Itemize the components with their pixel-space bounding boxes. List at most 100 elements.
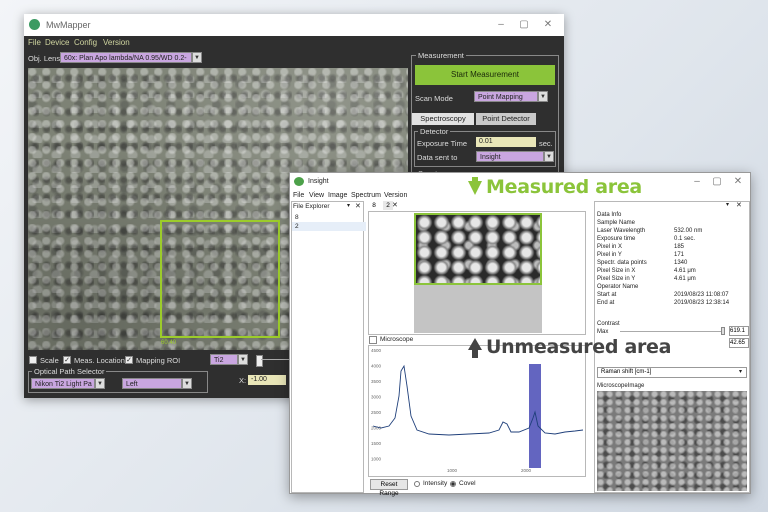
insight-menu-view[interactable]: View: [309, 192, 324, 199]
slider-handle[interactable]: [256, 355, 263, 367]
contrast-label: Contrast: [597, 321, 620, 327]
insight-menu-spectrum[interactable]: Spectrum: [351, 192, 381, 199]
insight-logo-icon: [294, 177, 304, 186]
covel-radio[interactable]: [450, 481, 456, 487]
insight-maximize-button[interactable]: ▢: [710, 175, 724, 189]
scale-label: Scale: [40, 356, 59, 365]
optical-path-select[interactable]: Nikon Ti2 Light Pa: [31, 378, 95, 389]
meas-location-checkbox[interactable]: ✓: [63, 356, 71, 364]
x-tick-label: 2000: [521, 468, 532, 473]
data-info-key: Start at: [597, 292, 617, 298]
data-info-key: Operator Name: [597, 284, 639, 290]
data-info-list: Sample Name Laser Wavelength 532.00 nm Expo…: [597, 219, 747, 307]
x-input[interactable]: -1.00: [248, 375, 286, 385]
exposure-unit: sec.: [539, 139, 553, 148]
data-info-value: 171: [674, 252, 685, 258]
data-info-value: 532.00 nm: [674, 228, 703, 234]
mwmapper-titlebar: MwMapper – ▢ ✕: [24, 14, 564, 36]
pin-icon[interactable]: ▾: [347, 202, 350, 209]
raman-band-highlight[interactable]: [529, 364, 541, 468]
menu-device[interactable]: Device: [45, 36, 69, 49]
data-info-key: Spectr. data points: [597, 260, 647, 266]
max-label: Max: [597, 329, 609, 335]
insight-title: Insight: [308, 178, 329, 185]
contrast-min-input[interactable]: 42.65: [729, 338, 749, 348]
data-sent-select[interactable]: Insight: [476, 151, 544, 162]
start-measurement-button[interactable]: Start Measurement: [415, 65, 555, 85]
data-info-row: Spectr. data points 1340: [597, 259, 747, 267]
close-icon[interactable]: ✕: [392, 201, 398, 209]
scan-mode-label: Scan Mode: [415, 94, 453, 103]
contrast-max-input[interactable]: 619.1: [729, 326, 749, 336]
list-item[interactable]: 8: [292, 213, 366, 222]
file-explorer-pane: [291, 201, 364, 493]
contrast-max-track[interactable]: [620, 331, 724, 332]
slider-track[interactable]: [261, 359, 289, 360]
intensity-radio[interactable]: [414, 481, 420, 487]
data-info-key: End at: [597, 300, 615, 306]
microscope-checkbox[interactable]: [369, 336, 377, 344]
close-icon[interactable]: ✕: [355, 202, 361, 210]
insight-menu-file[interactable]: File: [293, 192, 304, 199]
insight-close-button[interactable]: ✕: [731, 175, 745, 189]
mapping-roi-checkbox[interactable]: ✓: [125, 356, 133, 364]
optical-side-select[interactable]: Left: [122, 378, 182, 389]
maximize-button[interactable]: ▢: [517, 18, 531, 32]
chevron-down-icon[interactable]: ▼: [238, 354, 248, 365]
tab-spectroscopy[interactable]: Spectroscopy: [412, 113, 474, 125]
raman-shift-select[interactable]: Raman shift [cm-1]: [597, 367, 747, 378]
exposure-time-label: Exposure Time: [417, 139, 468, 148]
y-tick-label: 3000: [371, 395, 382, 400]
contrast-max-handle[interactable]: [721, 327, 725, 335]
scale-checkbox[interactable]: [29, 356, 37, 364]
arrow-up-shaft: [472, 349, 478, 358]
reset-range-button[interactable]: Reset Range: [370, 479, 408, 497]
spectrum-chart[interactable]: 45004000350030002500200015001000 1000 200…: [369, 346, 585, 476]
insight-window: Insight – ▢ ✕ File View Image Spectrum V…: [289, 172, 751, 497]
roi-label: 60.40: [161, 340, 177, 346]
close-icon[interactable]: ✕: [736, 201, 742, 209]
y-tick-label: 3500: [371, 379, 382, 384]
chevron-down-icon[interactable]: ▼: [95, 378, 105, 389]
arrow-down-shaft: [472, 177, 478, 183]
chevron-down-icon[interactable]: ▼: [182, 378, 192, 389]
measured-area-map[interactable]: [414, 213, 542, 285]
insight-menu-image[interactable]: Image: [328, 192, 347, 199]
menu-file[interactable]: File: [28, 36, 41, 49]
close-button[interactable]: ✕: [541, 18, 555, 32]
microscope-image-label: MicroscopeImage: [597, 383, 645, 389]
covel-label: Covel: [459, 480, 476, 487]
menu-version[interactable]: Version: [103, 36, 130, 49]
pin-icon[interactable]: ▾: [726, 201, 729, 208]
data-info-row: Start at 2019/08/23 11:08:07: [597, 291, 747, 299]
chevron-down-icon[interactable]: ▼: [538, 91, 548, 102]
tab-point-detector[interactable]: Point Detector: [476, 113, 536, 125]
data-info-key: Pixel in X: [597, 244, 623, 250]
scan-mode-select[interactable]: Point Mapping: [474, 91, 538, 102]
data-sent-label: Data sent to: [417, 153, 458, 162]
microscope-image[interactable]: [597, 391, 747, 491]
chevron-down-icon[interactable]: ▼: [192, 52, 202, 63]
exposure-time-input[interactable]: 0.01: [476, 137, 536, 147]
ti2-select[interactable]: Ti2: [210, 354, 238, 365]
data-info-key: Laser Wavelength: [597, 228, 646, 234]
mapping-roi-box[interactable]: [160, 220, 280, 338]
data-info-key: Exposure time: [597, 236, 636, 242]
insight-minimize-button[interactable]: –: [690, 175, 704, 189]
y-tick-label: 4500: [371, 348, 382, 353]
insight-menu-version[interactable]: Version: [384, 192, 407, 199]
obj-lens-select[interactable]: 60x: Plan Apo lambda/NA 0.95/WD 0.2-: [60, 52, 192, 63]
chevron-down-icon[interactable]: ▼: [544, 151, 554, 162]
y-tick-label: 1500: [371, 441, 382, 446]
chevron-down-icon[interactable]: ▾: [739, 368, 742, 375]
menu-config[interactable]: Config: [74, 36, 97, 49]
data-info-row: Exposure time 0.1 sec.: [597, 235, 747, 243]
measurement-label: Measurement: [416, 51, 466, 60]
detector-label: Detector: [418, 127, 451, 136]
minimize-button[interactable]: –: [494, 18, 508, 32]
unmeasured-area-text: Unmeasured area: [486, 336, 672, 358]
list-item[interactable]: 2: [292, 222, 366, 231]
window-title: MwMapper: [46, 20, 91, 30]
image-tab-8[interactable]: 8: [367, 201, 381, 210]
arrow-down-icon: [468, 181, 482, 195]
